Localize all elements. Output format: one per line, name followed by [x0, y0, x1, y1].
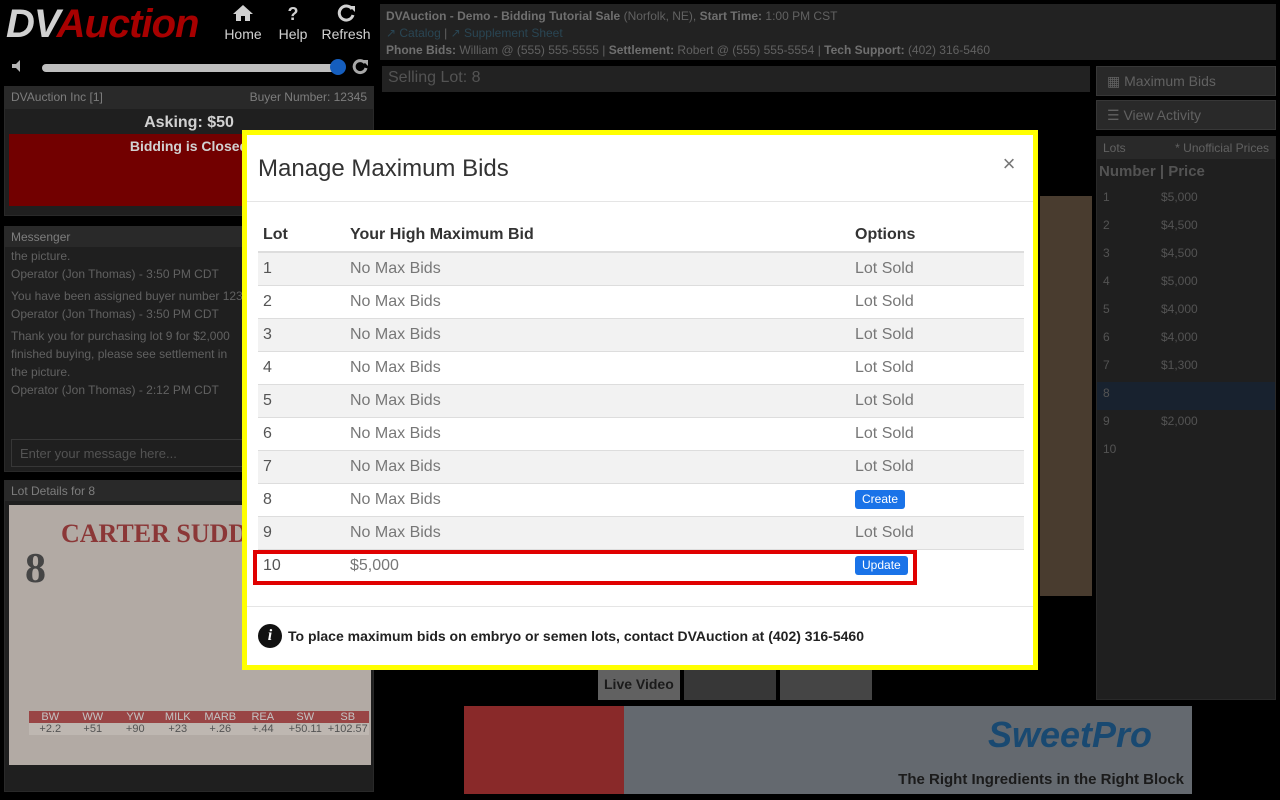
- row-lot-number: 2: [258, 284, 345, 318]
- info-icon: i: [258, 624, 282, 648]
- row-max-bid: No Max Bids: [345, 350, 850, 384]
- table-row: 4 No Max Bids Lot Sold: [258, 350, 1024, 384]
- row-max-bid: No Max Bids: [345, 416, 850, 450]
- table-row: 6 No Max Bids Lot Sold: [258, 416, 1024, 450]
- row-lot-number: 9: [258, 515, 345, 549]
- row-status-lot-sold: Lot Sold: [850, 383, 1024, 417]
- column-header-lot: Lot: [258, 219, 345, 253]
- table-row: 1 No Max Bids Lot Sold: [258, 251, 1024, 285]
- max-bids-table-wrapper: Lot Your High Maximum Bid Options 1 No M…: [258, 219, 1024, 582]
- row-max-bid: No Max Bids: [345, 515, 850, 549]
- modal-title: Manage Maximum Bids: [258, 155, 509, 182]
- row-lot-number: 10: [258, 548, 345, 582]
- close-button[interactable]: ×: [999, 152, 1019, 176]
- table-row: 7 No Max Bids Lot Sold: [258, 449, 1024, 483]
- modal-header: Manage Maximum Bids ×: [247, 135, 1033, 202]
- column-header-options: Options: [850, 219, 1024, 253]
- row-lot-number: 4: [258, 350, 345, 384]
- table-header-row: Lot Your High Maximum Bid Options: [258, 219, 1024, 253]
- row-lot-number: 8: [258, 482, 345, 516]
- row-status-lot-sold: Lot Sold: [850, 416, 1024, 450]
- manage-max-bids-modal: Manage Maximum Bids × Lot Your High Maxi…: [242, 130, 1038, 670]
- row-max-bid: No Max Bids: [345, 251, 850, 285]
- row-lot-number: 7: [258, 449, 345, 483]
- row-lot-number: 6: [258, 416, 345, 450]
- table-row: 5 No Max Bids Lot Sold: [258, 383, 1024, 417]
- column-header-max-bid: Your High Maximum Bid: [345, 219, 850, 253]
- modal-footer: i To place maximum bids on embryo or sem…: [247, 606, 1033, 665]
- table-row: 8 No Max Bids Create: [258, 482, 1024, 516]
- row-max-bid: No Max Bids: [345, 284, 850, 318]
- row-status-lot-sold: Lot Sold: [850, 449, 1024, 483]
- row-status-lot-sold: Lot Sold: [850, 350, 1024, 384]
- row-status-lot-sold: Lot Sold: [850, 515, 1024, 549]
- table-row: 9 No Max Bids Lot Sold: [258, 515, 1024, 549]
- update-max-bid-button[interactable]: Update: [855, 556, 908, 576]
- app-root: DVAuction Home ? Help Refresh DVAuction …: [0, 0, 1280, 800]
- row-max-bid: No Max Bids: [345, 482, 850, 516]
- row-max-bid: No Max Bids: [345, 449, 850, 483]
- max-bids-table: Lot Your High Maximum Bid Options 1 No M…: [258, 219, 1024, 582]
- footer-note: To place maximum bids on embryo or semen…: [288, 628, 864, 644]
- row-options-cell: Update: [850, 548, 1024, 582]
- row-max-bid: No Max Bids: [345, 317, 850, 351]
- row-lot-number: 1: [258, 251, 345, 285]
- row-status-lot-sold: Lot Sold: [850, 251, 1024, 285]
- create-max-bid-button[interactable]: Create: [855, 490, 906, 509]
- row-max-bid: No Max Bids: [345, 383, 850, 417]
- row-status-lot-sold: Lot Sold: [850, 284, 1024, 318]
- table-row: 10 $5,000 Update: [258, 548, 1024, 582]
- row-max-bid: $5,000: [345, 548, 850, 582]
- table-row: 3 No Max Bids Lot Sold: [258, 317, 1024, 351]
- table-row: 2 No Max Bids Lot Sold: [258, 284, 1024, 318]
- row-options-cell: Create: [850, 482, 1024, 516]
- row-status-lot-sold: Lot Sold: [850, 317, 1024, 351]
- row-lot-number: 3: [258, 317, 345, 351]
- close-icon: ×: [1002, 151, 1016, 176]
- row-lot-number: 5: [258, 383, 345, 417]
